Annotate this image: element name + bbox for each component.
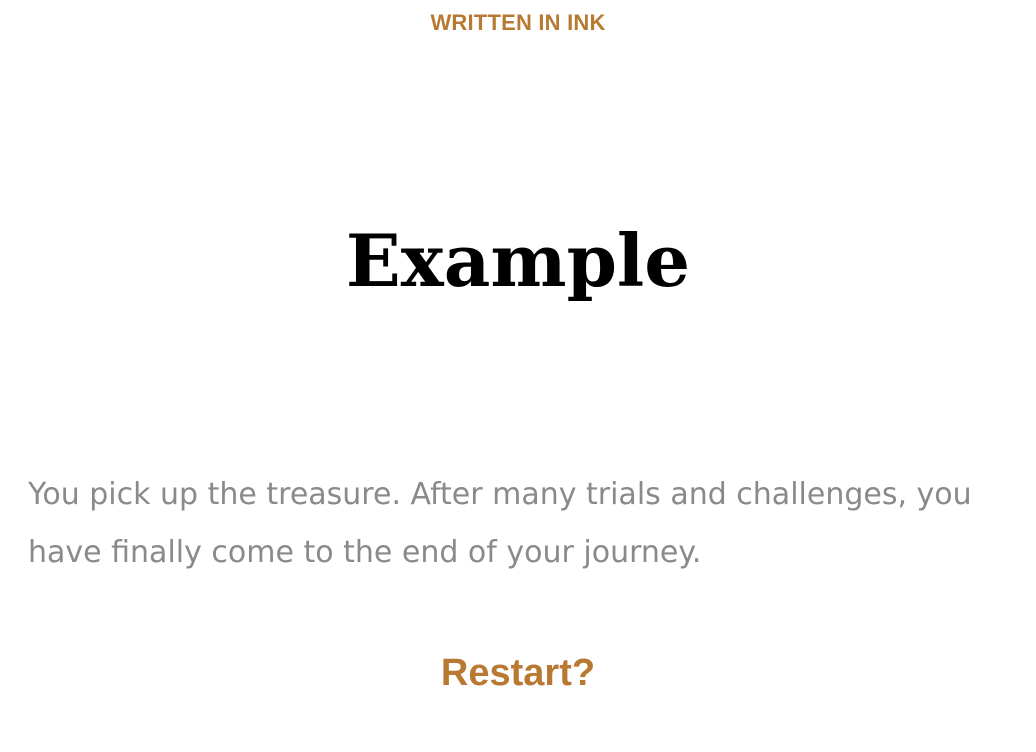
story-page: WRITTEN IN INK Example You pick up the t… [0, 0, 1036, 752]
restart-link[interactable]: Restart? [0, 652, 1036, 695]
story-paragraph: You pick up the treasure. After many tri… [28, 477, 972, 570]
header-title-link[interactable]: WRITTEN IN INK [0, 10, 1036, 36]
story-title: Example [345, 218, 691, 303]
